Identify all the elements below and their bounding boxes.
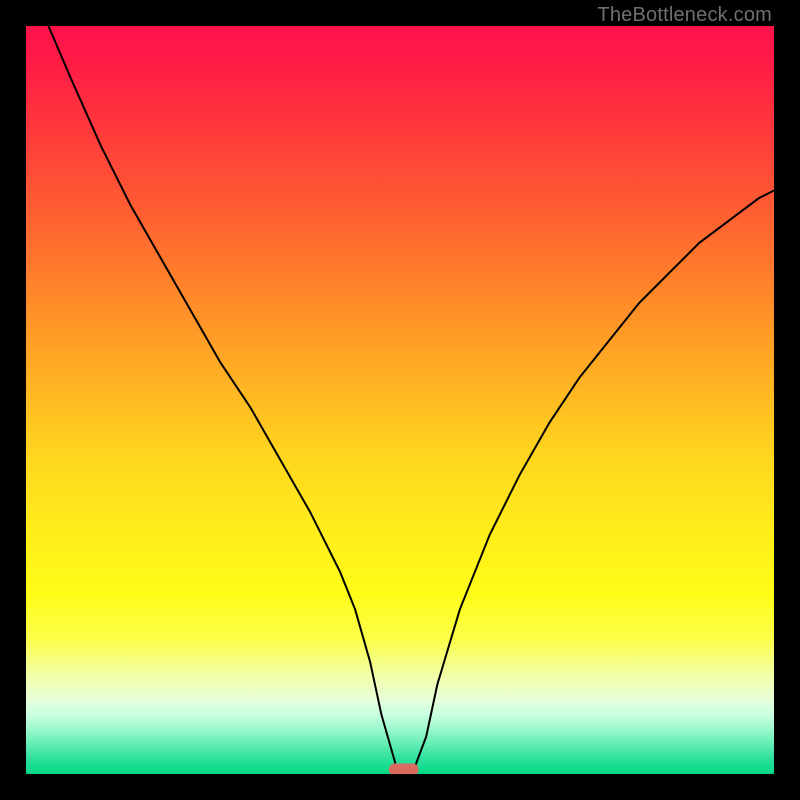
optimal-point-marker [389,764,419,774]
watermark-text: TheBottleneck.com [597,4,772,27]
chart-container: TheBottleneck.com [0,0,800,800]
plot-area [26,26,774,774]
marker-layer [26,26,774,774]
